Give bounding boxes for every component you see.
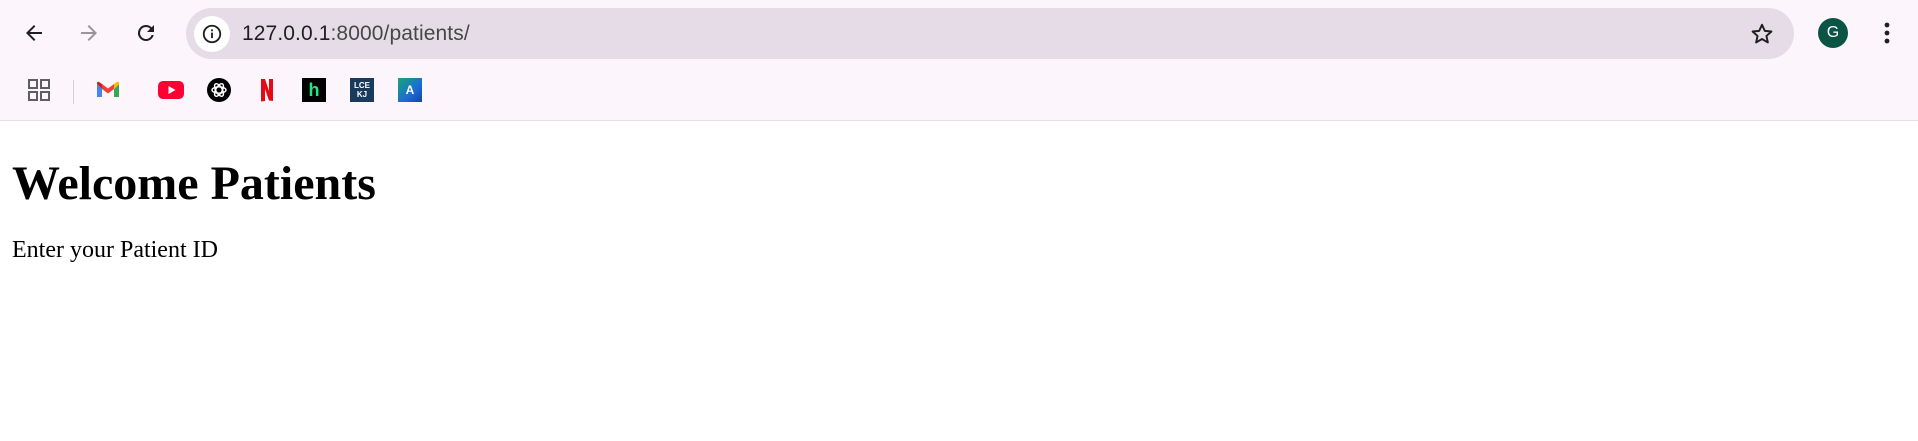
url-text[interactable]: 127.0.0.1:8000/patients/: [242, 8, 470, 59]
bookmark-star-button[interactable]: [1748, 20, 1776, 48]
arrow-right-icon: [81, 25, 97, 41]
kebab-menu-icon: [1884, 22, 1890, 44]
bookmarks-separator: [73, 80, 74, 104]
lcekj-top-text: LCE: [354, 81, 370, 90]
bookmarks-bar: h LCE KJ A: [0, 70, 1918, 110]
reload-button[interactable]: [126, 13, 166, 53]
a-logo-icon: A: [405, 83, 415, 97]
lcekj-bottom-text: KJ: [356, 90, 368, 99]
page-content: Welcome Patients Enter your Patient ID: [0, 121, 1918, 264]
url-path: :8000/patients/: [330, 22, 470, 45]
youtube-icon: [158, 81, 184, 99]
gmail-bookmark[interactable]: [95, 77, 121, 103]
netflix-bookmark[interactable]: [254, 77, 280, 103]
browser-menu-button[interactable]: [1870, 15, 1904, 51]
lcekj-icon: LCE KJ: [354, 81, 370, 99]
reload-icon: [137, 24, 154, 41]
a-app-bookmark[interactable]: A: [398, 78, 422, 102]
hulu-bookmark[interactable]: h: [302, 78, 326, 102]
chatgpt-icon: [207, 78, 231, 102]
page-title: Welcome Patients: [12, 157, 376, 210]
apps-grid-icon: [28, 79, 50, 101]
address-bar[interactable]: 127.0.0.1:8000/patients/: [186, 8, 1794, 59]
browser-chrome: 127.0.0.1:8000/patients/ G h LCE KJ A: [0, 0, 1918, 121]
apps-bookmark[interactable]: [26, 77, 52, 103]
back-button[interactable]: [14, 13, 54, 53]
site-info-button[interactable]: [194, 16, 230, 52]
star-icon: [1751, 23, 1773, 44]
profile-avatar[interactable]: G: [1818, 18, 1848, 48]
profile-initial: G: [1826, 24, 1840, 41]
browser-toolbar: 127.0.0.1:8000/patients/ G: [0, 0, 1918, 67]
netflix-icon: [261, 79, 273, 102]
info-icon: [202, 24, 222, 44]
patient-id-prompt: Enter your Patient ID: [12, 236, 218, 263]
arrow-left-icon: [26, 25, 42, 41]
gmail-icon: [97, 81, 119, 97]
lcekj-bookmark[interactable]: LCE KJ: [350, 78, 374, 102]
url-host: 127.0.0.1: [242, 22, 331, 45]
hulu-h-icon: h: [308, 80, 320, 100]
chatgpt-bookmark[interactable]: [206, 77, 232, 103]
youtube-bookmark[interactable]: [158, 77, 184, 103]
forward-button[interactable]: [69, 13, 109, 53]
